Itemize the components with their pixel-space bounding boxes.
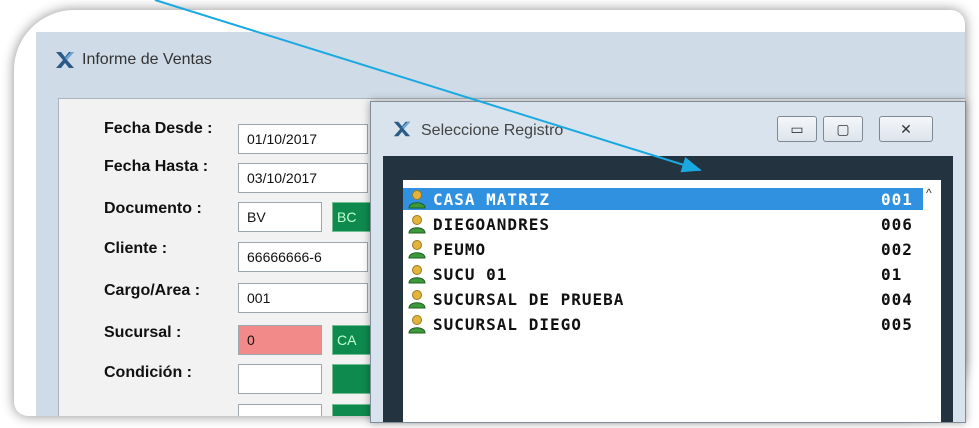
- record-code: 005: [881, 314, 913, 334]
- cliente-input[interactable]: 66666666-6: [238, 242, 368, 272]
- record-code: 004: [881, 289, 913, 309]
- user-icon: [408, 290, 426, 309]
- sucursal-label: Sucursal :: [104, 324, 182, 341]
- condicion-code-button[interactable]: [332, 364, 372, 394]
- close-icon: ✕: [900, 120, 912, 137]
- fecha-hasta-input[interactable]: 03/10/2017: [238, 163, 368, 193]
- user-icon: [408, 215, 426, 234]
- record-row[interactable]: CASA MATRIZ 001: [403, 188, 923, 210]
- record-code: 001: [881, 189, 913, 209]
- record-name: SUCU 01: [433, 264, 508, 284]
- cargo-area-input[interactable]: 001: [238, 283, 368, 313]
- record-code: 01: [881, 264, 903, 284]
- record-row[interactable]: PEUMO 002: [403, 238, 923, 260]
- window-titlebar: Informe de Ventas: [36, 32, 965, 88]
- user-icon: [408, 190, 426, 209]
- maximize-icon: ▢: [836, 120, 850, 137]
- documento-input[interactable]: BV: [238, 202, 322, 232]
- record-code: 002: [881, 239, 913, 259]
- user-icon: [408, 265, 426, 284]
- documento-label: Documento :: [104, 200, 202, 217]
- record-row[interactable]: DIEGOANDRES 006: [403, 213, 923, 235]
- record-row[interactable]: SUCURSAL DE PRUEBA 004: [403, 288, 923, 310]
- user-icon: [408, 315, 426, 334]
- condicion-label: Condición :: [104, 364, 192, 381]
- record-code: 006: [881, 214, 913, 234]
- record-row[interactable]: SUCURSAL DIEGO 005: [403, 313, 923, 335]
- cliente-label: Cliente :: [104, 240, 168, 257]
- record-name: CASA MATRIZ: [433, 189, 550, 209]
- maximize-button[interactable]: ▢: [823, 116, 863, 142]
- fecha-hasta-label: Fecha Hasta :: [104, 158, 209, 175]
- fecha-desde-input[interactable]: 01/10/2017: [238, 124, 368, 154]
- user-icon: [408, 240, 426, 259]
- extra-input[interactable]: [238, 404, 322, 416]
- fecha-desde-label: Fecha Desde :: [104, 120, 213, 137]
- documento-code-button[interactable]: BC: [332, 202, 372, 232]
- app-x-icon: [56, 52, 74, 68]
- dialog-title: Seleccione Registro: [421, 122, 564, 139]
- sucursal-input[interactable]: 0: [238, 325, 322, 355]
- record-name: DIEGOANDRES: [433, 214, 550, 234]
- sucursal-code-button[interactable]: CA: [332, 325, 372, 355]
- close-button[interactable]: ✕: [879, 116, 933, 142]
- minimize-button[interactable]: ▭: [777, 116, 817, 142]
- record-name: SUCURSAL DIEGO: [433, 314, 582, 334]
- window-title: Informe de Ventas: [82, 51, 212, 68]
- record-row[interactable]: SUCU 01 01: [403, 263, 923, 285]
- dialog-body: CASA MATRIZ 001 DIEGOANDRES 006 PEUMO 002 SUCU…: [383, 156, 953, 422]
- minimize-icon: ▭: [790, 120, 804, 137]
- records-list: CASA MATRIZ 001 DIEGOANDRES 006 PEUMO 002 SUCU…: [403, 180, 923, 422]
- dialog-x-icon: [393, 121, 411, 137]
- dialog-titlebar: Seleccione Registro ▭ ▢ ✕: [371, 102, 965, 146]
- record-name: PEUMO: [433, 239, 487, 259]
- vertical-scrollbar[interactable]: ^: [923, 180, 941, 422]
- extra-code-button[interactable]: [332, 404, 372, 416]
- record-name: SUCURSAL DE PRUEBA: [433, 289, 625, 309]
- cargo-area-label: Cargo/Area :: [104, 282, 201, 299]
- seleccione-registro-dialog: Seleccione Registro ▭ ▢ ✕ CASA MATRIZ 001…: [370, 101, 966, 423]
- scroll-up-icon[interactable]: ^: [926, 186, 932, 200]
- condicion-input[interactable]: [238, 364, 322, 394]
